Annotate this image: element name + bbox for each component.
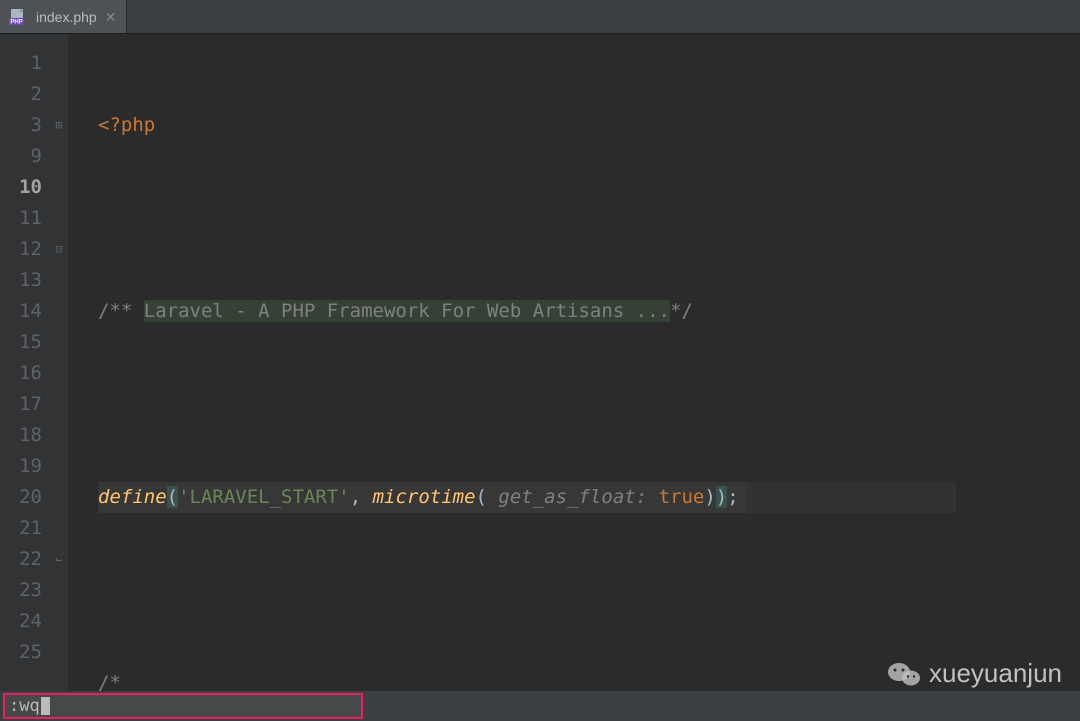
php-file-icon: PHP xyxy=(8,7,28,27)
svg-text:PHP: PHP xyxy=(10,19,22,25)
text-cursor xyxy=(41,697,50,715)
tab-filename: index.php xyxy=(36,9,97,25)
vim-command-input[interactable]: :wq xyxy=(3,693,363,719)
php-open-tag: <?php xyxy=(98,114,155,136)
tab-bar: PHP index.php ✕ xyxy=(0,0,1080,34)
vim-command-bar: :wq xyxy=(0,691,1080,721)
close-icon[interactable]: ✕ xyxy=(105,10,117,24)
fold-plus-icon[interactable]: ⊞ xyxy=(50,110,68,141)
fold-minus-icon[interactable]: ⊟ xyxy=(50,234,68,265)
current-line: define('LARAVEL_START', microtime( get_a… xyxy=(98,482,956,513)
command-text: wq xyxy=(19,696,39,716)
doc-comment: /** Laravel - A PHP Framework For Web Ar… xyxy=(98,300,693,322)
tab-index-php[interactable]: PHP index.php ✕ xyxy=(0,0,127,33)
line-number-gutter: 1 2 3 9 10 11 12 13 14 15 16 17 18 19 20… xyxy=(0,34,50,691)
code-area[interactable]: <?php /** Laravel - A PHP Framework For … xyxy=(68,34,956,691)
code-editor[interactable]: 1 2 3 9 10 11 12 13 14 15 16 17 18 19 20… xyxy=(0,34,1080,691)
fold-column: ⊞ ⊟ ⌙ xyxy=(50,34,68,691)
fold-end-icon: ⌙ xyxy=(50,544,68,575)
command-prefix: : xyxy=(9,696,19,716)
